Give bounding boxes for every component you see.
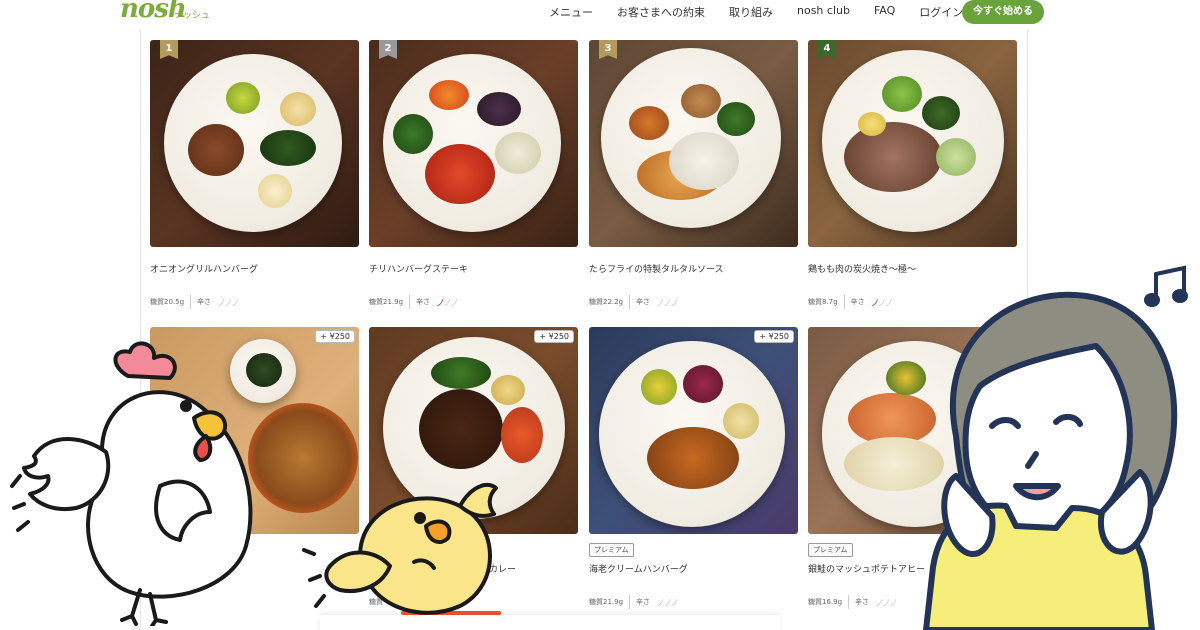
rank-badge: 1 [160,40,178,59]
spicy-label: 辛さ [636,598,651,606]
nav-item-nosh-club[interactable]: nosh club [797,4,850,20]
premium-badge: プレミアム [808,543,853,557]
product-photo[interactable]: 2 [369,40,578,247]
product-meta: 糖質8.7g 辛さ ノノノ [808,295,894,309]
rank-badge: 4 [818,40,836,59]
product-name[interactable]: 鶏もも肉の炭火焼き〜極〜 [808,262,916,275]
main-nav: メニュー お客さまへの約束 取り組み nosh club FAQ ログイン [549,4,987,20]
premium-badge: プレミアム [589,543,634,557]
music-note-icon [1144,265,1188,307]
nav-item-faq[interactable]: FAQ [874,4,895,20]
product-photo[interactable]: + ¥250 [589,327,798,534]
spicy-label: 辛さ [850,298,865,306]
smiling-woman-illustration [923,291,1178,630]
sugar-content: 糖質21.9g [589,598,624,606]
start-now-button[interactable]: 今すぐ始める [962,0,1044,24]
rank-badge: 2 [379,40,397,59]
spicy-label: 辛さ [636,298,651,306]
spicy-label: 辛さ [197,298,212,306]
spicy-label: 辛さ [416,298,431,306]
spicy-label: 辛さ [855,598,870,606]
chili-icon: ノノノ [217,298,240,309]
product-meta: 糖質22.2g 辛さ ノノノ [589,295,679,309]
product-photo[interactable]: 3 [589,40,798,247]
rank-badge: 3 [599,40,617,59]
product-name[interactable]: 海老クリームハンバーグ [589,562,688,575]
site-header: nosh ナッシュ メニュー お客さまへの約束 取り組み nosh club F… [0,0,1200,30]
nav-item-promise[interactable]: お客さまへの約束 [617,4,705,20]
product-meta: 糖質16.9g 辛さ ノノノ [808,595,898,609]
sugar-content: 糖質16.9g [808,598,843,606]
product-photo[interactable]: 4 [808,40,1017,247]
brand-logo-sub: ナッシュ [174,11,211,21]
sugar-content: 糖質8.7g [808,298,838,306]
product-name[interactable]: たらフライの特製タルタルソース [589,262,724,275]
rooster-illustration [10,341,253,626]
product-meta: 糖質21.9g 辛さ ノノノ [369,295,459,309]
chick-illustration [302,482,498,615]
sugar-content: 糖質20.5g [150,298,185,306]
chili-icon: ノノノ [436,298,459,309]
price-tag: + ¥250 [534,330,574,343]
price-tag: + ¥250 [754,330,794,343]
chili-icon: ノノノ [656,298,679,309]
product-meta: 糖質20.5g 辛さ ノノノ [150,295,240,309]
product-name[interactable]: チリハンバーグステーキ [369,262,468,275]
chili-icon: ノノノ [656,598,679,609]
price-tag: + ¥250 [315,330,355,343]
nav-item-menu[interactable]: メニュー [549,4,593,20]
nav-item-login[interactable]: ログイン [919,4,963,20]
product-name[interactable]: オニオングリルハンバーグ [150,262,258,275]
nav-item-initiatives[interactable]: 取り組み [729,4,773,20]
product-meta: 糖質21.9g 辛さ ノノノ [589,595,679,609]
sugar-content: 糖質21.9g [369,298,404,306]
chili-icon: ノノノ [870,298,894,309]
page: nosh ナッシュ メニュー お客さまへの約束 取り組み nosh club F… [0,0,1200,630]
sugar-content: 糖質22.2g [589,298,624,306]
chili-icon: ノノノ [875,598,898,609]
product-photo[interactable]: 1 [150,40,359,247]
